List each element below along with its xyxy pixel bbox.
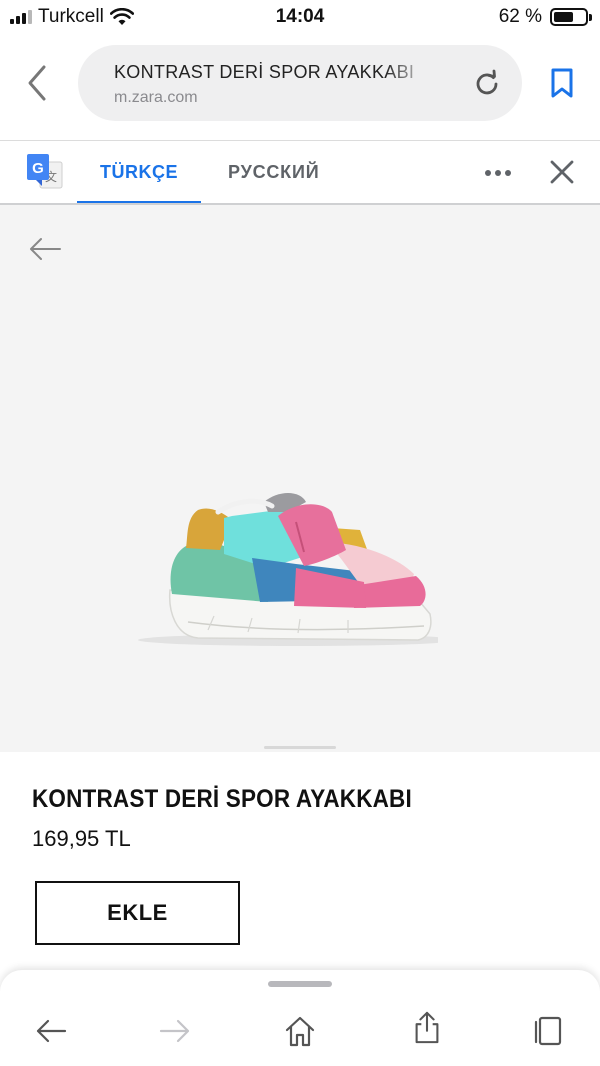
tab-russian[interactable]: РУССКИЙ	[228, 141, 319, 204]
more-icon[interactable]	[484, 169, 512, 177]
status-bar: Turkcell 14:04 62 %	[0, 0, 600, 34]
url-field[interactable]: KONTRAST DERİ SPOR AYAKKABI m.zara.com	[78, 45, 522, 121]
svg-text:G: G	[32, 160, 44, 177]
back-arrow-icon[interactable]	[28, 237, 62, 261]
product-image	[138, 493, 438, 646]
status-right: 62 %	[498, 6, 592, 28]
battery-percent: 62 %	[498, 6, 542, 27]
url-domain: m.zara.com	[114, 89, 198, 106]
home-icon[interactable]	[283, 1014, 317, 1048]
product-title: KONTRAST DERİ SPOR AYAKKABI	[32, 785, 412, 813]
battery-icon	[550, 8, 592, 26]
image-scroll-indicator	[264, 746, 336, 749]
browser-address-bar: KONTRAST DERİ SPOR AYAKKABI m.zara.com	[0, 34, 600, 141]
url-page-title: KONTRAST DERİ SPOR AYAKKABI	[114, 62, 415, 82]
back-arrow-icon[interactable]	[34, 1014, 68, 1048]
battery-fill	[554, 12, 573, 22]
reload-icon[interactable]	[472, 69, 502, 99]
browser-toolbar	[0, 970, 600, 1066]
tab-turkish[interactable]: TÜRKÇE	[77, 141, 201, 204]
translate-bar: 文 G TÜRKÇE РУССКИЙ	[0, 141, 600, 204]
google-translate-icon: 文 G	[27, 154, 63, 189]
close-icon[interactable]	[550, 160, 574, 184]
tab-turkish-label: TÜRKÇE	[100, 162, 178, 182]
sheet-grabber[interactable]	[268, 981, 332, 987]
tabs-icon[interactable]	[532, 1014, 566, 1048]
chevron-left-icon[interactable]	[22, 62, 54, 104]
forward-arrow-icon[interactable]	[158, 1014, 192, 1048]
bookmark-icon[interactable]	[548, 67, 576, 99]
product-image-area[interactable]	[0, 205, 600, 752]
share-icon[interactable]	[410, 1010, 444, 1044]
add-to-cart-button[interactable]: EKLE	[35, 881, 240, 945]
product-price: 169,95 TL	[32, 826, 131, 851]
